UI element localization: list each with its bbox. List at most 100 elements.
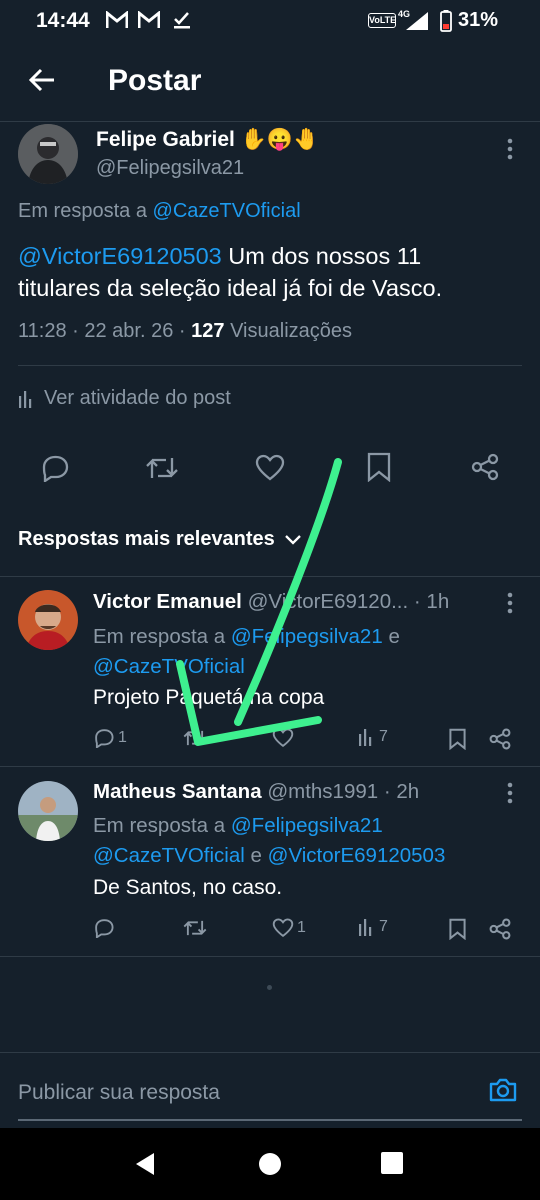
share-icon[interactable]: [489, 728, 511, 750]
activity-label: Ver atividade do post: [44, 387, 231, 409]
reply-author-name: Victor Emanuel: [93, 590, 242, 613]
reply-age: · 1h: [413, 590, 450, 613]
reply-to-link[interactable]: @VictorE69120503: [268, 844, 446, 867]
divider: [18, 365, 522, 366]
compose-reply-bar: Publicar sua resposta: [0, 1052, 540, 1128]
reply-author-line[interactable]: Matheus Santana @mths1991 · 2h: [93, 780, 493, 804]
replies-sort-dropdown[interactable]: Respostas mais relevantes: [18, 528, 301, 551]
comment-count: 1: [118, 729, 127, 746]
more-options-icon[interactable]: [506, 782, 514, 804]
retweet-icon[interactable]: [146, 454, 178, 482]
analytics-icon: [358, 728, 376, 746]
reply-views-button[interactable]: 7: [358, 918, 388, 936]
reply-text: Projeto Paquetá na copa: [93, 686, 325, 709]
divider: [0, 576, 540, 577]
author-handle[interactable]: @Felipegsilva21: [96, 157, 244, 180]
reply-author-name: Matheus Santana: [93, 780, 262, 803]
reply-input[interactable]: Publicar sua resposta: [18, 1081, 220, 1105]
reply-to-link[interactable]: @Felipegsilva21: [231, 625, 383, 648]
analytics-icon: [18, 390, 36, 408]
battery-icon: [440, 10, 452, 32]
reply-comment-button[interactable]: 1: [93, 728, 127, 748]
share-icon[interactable]: [489, 918, 511, 940]
author-name: Felipe Gabriel: [96, 128, 235, 151]
reply-retweet-button[interactable]: [183, 728, 210, 748]
avatar[interactable]: [18, 781, 78, 841]
download-done-icon: [172, 10, 192, 30]
reply-icon: [93, 728, 115, 748]
retweet-icon: [183, 728, 207, 748]
camera-icon[interactable]: [488, 1077, 518, 1103]
reply-connector: e: [388, 625, 400, 648]
post-text-line1: Um dos nossos 11: [228, 243, 422, 269]
like-icon: [272, 918, 294, 938]
more-options-icon[interactable]: [506, 592, 514, 614]
post-author[interactable]: Felipe Gabriel ✋😛🤚: [96, 128, 319, 152]
loading-indicator: [267, 985, 272, 990]
author-emoji: ✋😛🤚: [240, 128, 320, 151]
retweet-icon: [183, 918, 207, 938]
views-count: 127: [191, 320, 225, 342]
reply-author-handle: @VictorE69120...: [247, 590, 409, 613]
reply-prefix: Em resposta a: [93, 625, 226, 648]
reply-retweet-button[interactable]: [183, 918, 210, 938]
status-bar: 14:44 VoLTE 4G 31%: [0, 0, 540, 42]
view-count: 7: [379, 728, 388, 745]
chevron-down-icon: [284, 534, 301, 545]
replies-sort-label: Respostas mais relevantes: [18, 528, 275, 550]
page-title: Postar: [108, 64, 202, 97]
bookmark-icon[interactable]: [367, 452, 391, 482]
nav-home-icon[interactable]: [258, 1152, 282, 1176]
views-label: Visualizações: [230, 320, 353, 342]
signal-icon: [406, 12, 430, 30]
reply-author-line[interactable]: Victor Emanuel @VictorE69120... · 1h: [93, 590, 493, 614]
reply-icon[interactable]: [40, 454, 70, 482]
avatar[interactable]: [18, 124, 78, 184]
volte-icon: VoLTE: [368, 13, 396, 28]
reply-icon: [93, 918, 115, 938]
like-icon[interactable]: [255, 454, 285, 482]
bookmark-icon[interactable]: [449, 918, 466, 940]
post-meta: 11:28 · 22 abr. 26 · 127 Visualizações: [18, 320, 353, 342]
post-date: 22 abr. 26: [84, 320, 174, 342]
gmail-icon: [106, 11, 128, 29]
reply-views-button[interactable]: 7: [358, 728, 388, 746]
status-time: 14:44: [36, 9, 90, 32]
reply-text: De Santos, no caso.: [93, 876, 283, 899]
divider: [0, 766, 540, 767]
reply-prefix: Em resposta a: [18, 200, 147, 222]
post-time: 11:28: [18, 320, 67, 342]
input-underline: [18, 1119, 522, 1121]
reply-author-handle: @mths1991: [267, 780, 379, 803]
like-icon: [272, 728, 294, 748]
nav-back-icon[interactable]: [134, 1152, 156, 1176]
reply-to-link[interactable]: @CazeTVOficial: [153, 200, 301, 222]
post-activity-link[interactable]: Ver atividade do post: [18, 387, 231, 410]
top-app-bar: Postar: [0, 42, 540, 122]
reply-to-link[interactable]: @CazeTVOficial: [93, 655, 245, 678]
reply-comment-button[interactable]: [93, 918, 118, 938]
reply-context: Em resposta a @Felipegsilva21 e @CazeTVO…: [93, 622, 523, 682]
bookmark-icon[interactable]: [449, 728, 466, 750]
more-options-icon[interactable]: [506, 138, 514, 160]
reply-connector: e: [250, 844, 262, 867]
reply-like-button[interactable]: 1: [272, 918, 306, 938]
reply-like-button[interactable]: [272, 728, 297, 748]
nav-recents-icon[interactable]: [381, 1152, 403, 1174]
view-count: 7: [379, 918, 388, 935]
like-count: 1: [297, 919, 306, 936]
reply-to-link[interactable]: @Felipegsilva21: [231, 814, 383, 837]
divider: [0, 956, 540, 957]
reply-to-link[interactable]: @CazeTVOficial: [93, 844, 245, 867]
battery-percent: 31%: [457, 9, 498, 31]
share-icon[interactable]: [471, 453, 499, 481]
mention-link[interactable]: @VictorE69120503: [18, 243, 222, 269]
reply-prefix: Em resposta a: [93, 814, 226, 837]
analytics-icon: [358, 918, 376, 936]
back-arrow-icon[interactable]: [28, 66, 56, 94]
reply-context: Em resposta a @Felipegsilva21 @CazeTVOfi…: [93, 811, 523, 871]
avatar[interactable]: [18, 590, 78, 650]
post-text: @VictorE69120503 Um dos nossos 11 titula…: [18, 240, 528, 304]
system-nav-bar: [0, 1128, 540, 1200]
reply-age: · 2h: [383, 780, 420, 803]
